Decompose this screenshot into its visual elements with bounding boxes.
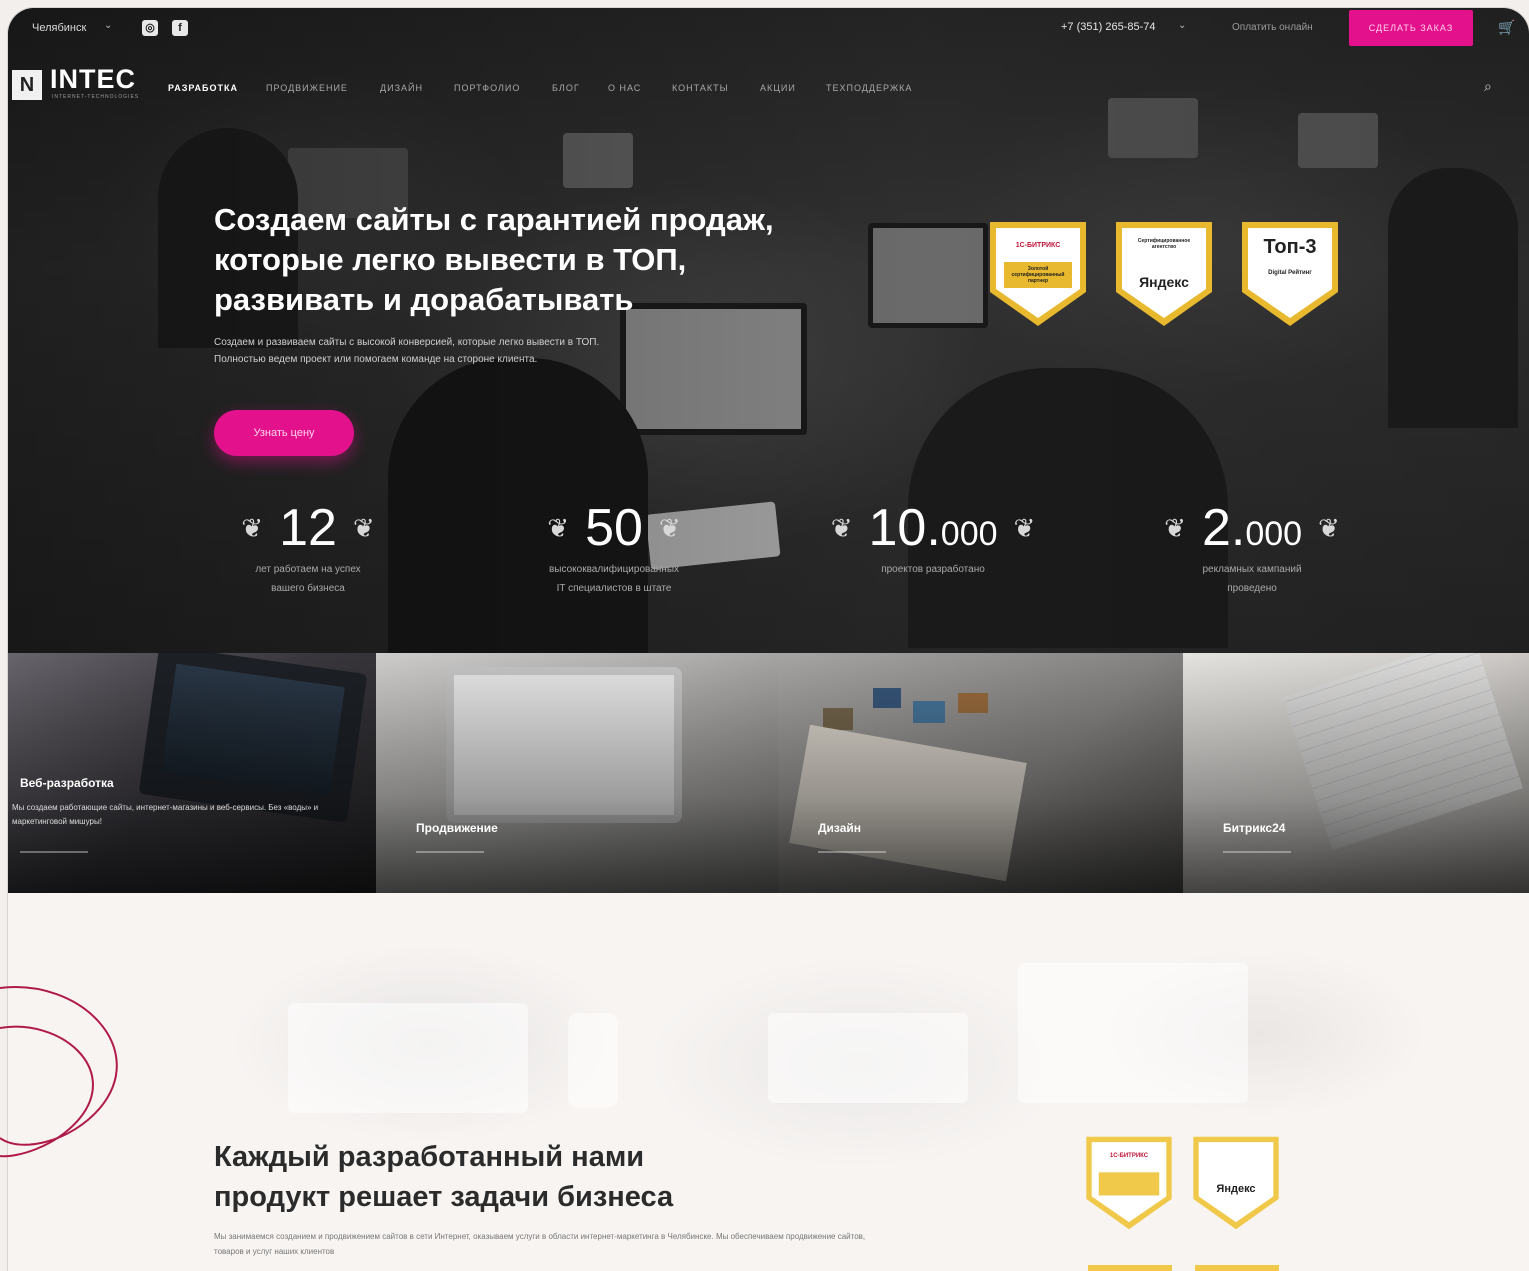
nav-item-portfolio[interactable]: ПОРТФОЛИО xyxy=(454,83,520,93)
laurel-left-icon: ❦ xyxy=(1164,512,1186,543)
stat-label: лет работаем на успех вашего бизнеса xyxy=(255,564,361,594)
badge-caption: Digital Рейтинг xyxy=(1268,270,1312,276)
service-underline xyxy=(818,851,886,853)
hero-title: Создаем сайты с гарантией продаж, которы… xyxy=(214,202,774,317)
badge-caption: Золотой сертифицированный партнер xyxy=(1011,266,1065,284)
service-underline xyxy=(416,851,484,853)
service-title: Продвижение xyxy=(416,821,498,835)
pay-online-link[interactable]: Оплатить онлайн xyxy=(1232,22,1313,33)
nav-item-contacts[interactable]: КОНТАКТЫ xyxy=(672,83,729,93)
stat-specialists: ❦ 50 ❦ высококвалифицированных IT специалис… xyxy=(504,498,724,598)
about-text: Мы занимаемся созданием и продвижением с… xyxy=(214,1232,866,1256)
service-description: Мы создаем работающие сайты, интернет-ма… xyxy=(12,803,319,826)
search-icon[interactable]: ⌕ xyxy=(1484,78,1492,95)
nav-item-development[interactable]: РАЗРАБОТКА xyxy=(168,83,238,93)
service-card-design[interactable]: Дизайн xyxy=(778,653,1183,893)
city-selector[interactable]: Челябинск xyxy=(32,22,86,34)
about-section: Каждый разработанный нами продукт решает… xyxy=(8,893,1529,1271)
laurel-right-icon: ❦ xyxy=(352,512,375,543)
badge-brand: Топ-3 xyxy=(1263,236,1317,258)
browser-frame: Челябинск ⌄ ◎ f +7 (351) 265-85-74 ⌄ Опл… xyxy=(8,8,1529,1271)
service-title: Дизайн xyxy=(818,821,862,835)
chevron-down-icon[interactable]: ⌄ xyxy=(1178,20,1186,31)
stat-label: рекламных кампаний проведено xyxy=(1202,564,1302,594)
cart-icon[interactable]: 🛒 xyxy=(1498,19,1515,36)
decorative-swirl xyxy=(0,986,118,1158)
nav-item-design[interactable]: ДИЗАЙН xyxy=(380,83,423,93)
order-button[interactable]: СДЕЛАТЬ ЗАКАЗ xyxy=(1349,10,1473,46)
stat-campaigns: ❦ 2.000 ❦ рекламных кампаний проведено xyxy=(1142,498,1362,598)
logo-tagline: INTERNET-TECHNOLOGIES xyxy=(52,94,140,100)
badge-brand: 1С-БИТРИКС xyxy=(1015,242,1061,249)
laurel-left-icon: ❦ xyxy=(241,512,264,543)
top-bar: Челябинск ⌄ ◎ f +7 (351) 265-85-74 ⌄ Опл… xyxy=(8,8,1529,50)
laurel-right-icon: ❦ xyxy=(658,512,681,543)
service-underline xyxy=(20,851,88,853)
stat-label: проектов разработано xyxy=(881,564,985,575)
badge-brand: Яндекс xyxy=(1216,1183,1256,1195)
stat-years: ❦ 12 ❦ лет работаем на успех вашего бизнеса xyxy=(198,498,418,598)
badge-yandex: Сертифицированное агентство Яндекс xyxy=(1114,220,1214,328)
service-card-bitrix24[interactable]: Битрикс24 xyxy=(1183,653,1529,893)
badge-bitrix: 1С-БИТРИКС Золотой сертифицированный пар… xyxy=(988,220,1088,328)
stat-value: 12 xyxy=(279,499,337,557)
laurel-right-icon: ❦ xyxy=(1318,512,1340,543)
stat-value: 2.000 xyxy=(1201,499,1303,557)
badge-top3: Топ-3 Digital Рейтинг xyxy=(1240,220,1340,328)
laurel-left-icon: ❦ xyxy=(830,512,853,543)
main-nav: N INTEC INTERNET-TECHNOLOGIES РАЗРАБОТКА… xyxy=(8,56,1529,106)
instagram-icon[interactable]: ◎ xyxy=(142,20,158,36)
logo-text[interactable]: INTEC xyxy=(50,64,136,95)
nav-item-promotions[interactable]: АКЦИИ xyxy=(760,83,796,93)
badge-yandex-small: Яндекс xyxy=(1191,1135,1281,1231)
service-title: Битрикс24 xyxy=(1223,821,1286,835)
stat-value: 10.000 xyxy=(868,499,998,557)
laurel-right-icon: ❦ xyxy=(1013,512,1036,543)
service-underline xyxy=(1223,851,1291,853)
nav-item-blog[interactable]: БЛОГ xyxy=(552,83,580,93)
services-row: Веб-разработка Мы создаем работающие сай… xyxy=(8,653,1529,893)
about-title: Каждый разработанный нами продукт решает… xyxy=(214,1141,674,1213)
stat-value: 50 xyxy=(585,499,643,557)
laurel-left-icon: ❦ xyxy=(547,512,570,543)
hero-description: Создаем и развиваем сайты с высокой конв… xyxy=(214,337,600,365)
badge-brand: Яндекс xyxy=(1139,274,1189,290)
logo-icon[interactable]: N xyxy=(12,70,42,100)
service-card-promotion[interactable]: Продвижение xyxy=(376,653,778,893)
get-price-button[interactable]: Узнать цену xyxy=(214,410,354,456)
nav-item-support[interactable]: ТЕХПОДДЕРЖКА xyxy=(826,83,912,93)
service-card-web[interactable]: Веб-разработка Мы создаем работающие сай… xyxy=(8,653,376,893)
badge-bitrix-small: 1С-БИТРИКС xyxy=(1084,1135,1174,1231)
service-title: Веб-разработка xyxy=(20,776,114,790)
nav-item-about[interactable]: О НАС xyxy=(608,83,641,93)
phone-number[interactable]: +7 (351) 265-85-74 xyxy=(1061,21,1155,33)
chevron-down-icon[interactable]: ⌄ xyxy=(104,20,112,31)
hero-section: Челябинск ⌄ ◎ f +7 (351) 265-85-74 ⌄ Опл… xyxy=(8,8,1529,653)
badge-brand: 1С-БИТРИКС xyxy=(1109,1153,1149,1159)
nav-item-promotion[interactable]: ПРОДВИЖЕНИЕ xyxy=(266,83,348,93)
badge-caption: Сертифицированное агентство xyxy=(1137,238,1191,250)
facebook-icon[interactable]: f xyxy=(172,20,188,36)
stat-projects: ❦ 10.000 ❦ проектов разработано xyxy=(823,498,1043,579)
stat-label: высококвалифицированных IT специалистов в… xyxy=(548,564,680,594)
